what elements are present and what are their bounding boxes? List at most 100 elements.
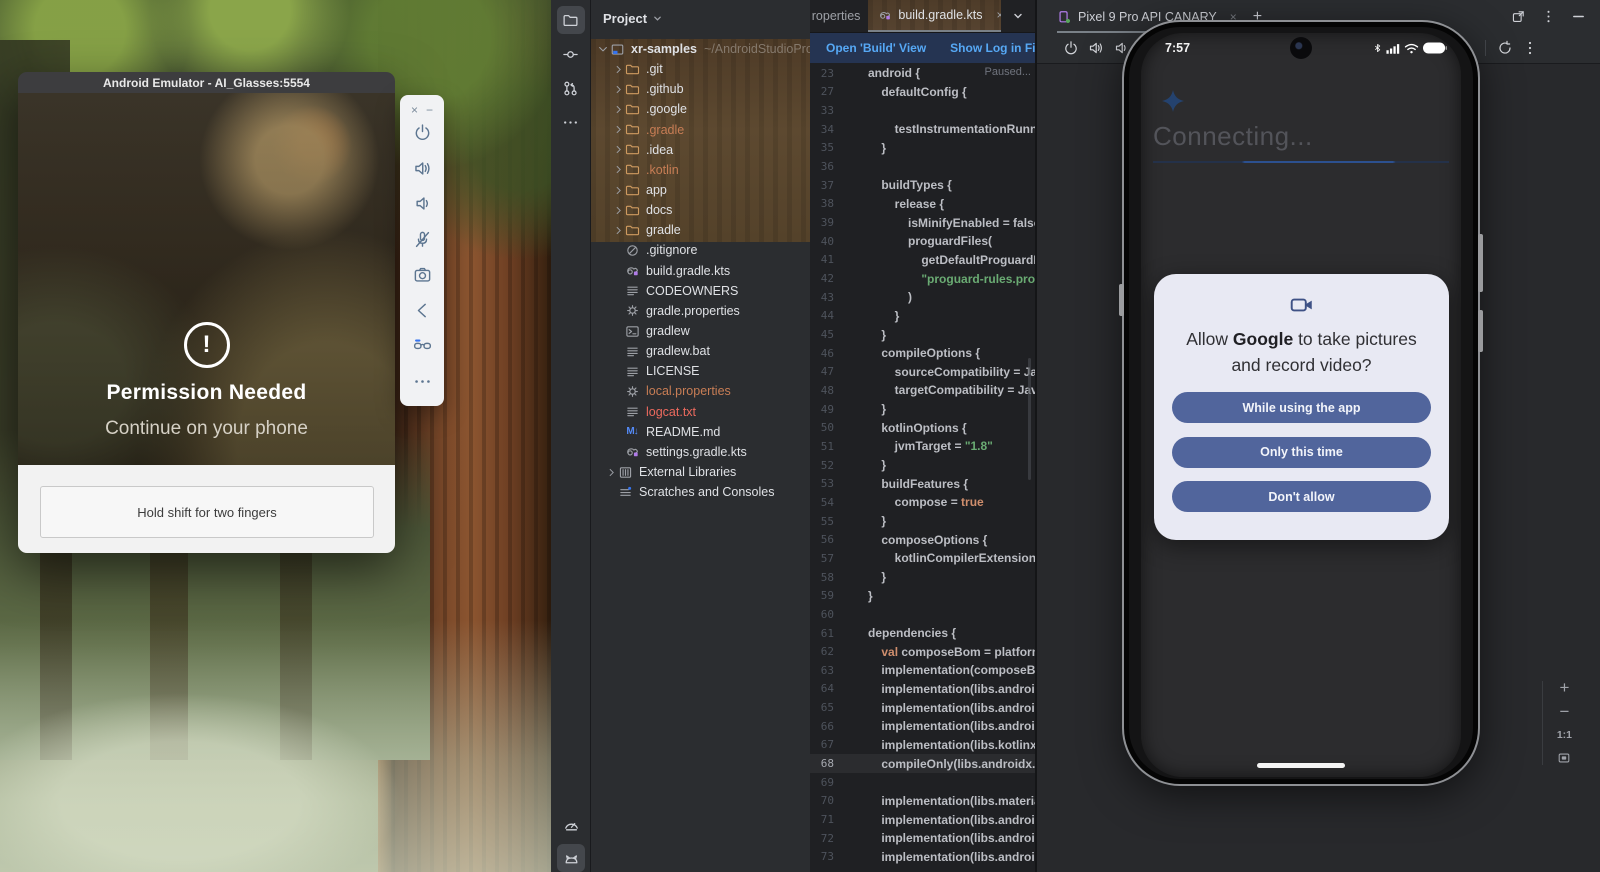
- code-line-51[interactable]: 51 jvmTarget = "1.8": [810, 437, 1035, 456]
- code-line-63[interactable]: 63 implementation(composeBom): [810, 661, 1035, 680]
- code-line-27[interactable]: 27 defaultConfig {: [810, 83, 1035, 102]
- more-v-icon[interactable]: [1522, 40, 1538, 56]
- chevron-right-icon[interactable]: [612, 205, 624, 216]
- permission-button-don-t-allow[interactable]: Don't allow: [1172, 481, 1431, 512]
- code-line-69[interactable]: 69: [810, 773, 1035, 792]
- code-line-23[interactable]: 23android {Paused...: [810, 64, 1035, 83]
- power-icon[interactable]: [413, 123, 432, 142]
- emulator-screen[interactable]: ! Permission Needed Continue on your pho…: [18, 93, 395, 465]
- chevron-down-icon[interactable]: [653, 14, 662, 23]
- code-line-59[interactable]: 59}: [810, 586, 1035, 605]
- tree-item--idea[interactable]: .idea: [591, 140, 810, 160]
- more-h-icon[interactable]: [413, 372, 432, 391]
- code-line-68[interactable]: 68 compileOnly(libs.androidx.comp: [810, 754, 1035, 773]
- tree-item--git[interactable]: .git: [591, 59, 810, 79]
- code-line-35[interactable]: 35 }: [810, 139, 1035, 158]
- tool-strip-profiler[interactable]: [557, 810, 585, 838]
- code-line-67[interactable]: 67 implementation(libs.kotlinx.co: [810, 736, 1035, 755]
- chevron-right-icon[interactable]: [612, 64, 624, 75]
- volume-up-icon[interactable]: [1088, 40, 1104, 56]
- home-indicator[interactable]: [1257, 763, 1345, 768]
- tree-item-scratches-and-consoles[interactable]: Scratches and Consoles: [591, 482, 810, 502]
- code-line-60[interactable]: 60: [810, 605, 1035, 624]
- open-build-view-link[interactable]: Open 'Build' View: [826, 41, 926, 55]
- code-line-55[interactable]: 55 }: [810, 512, 1035, 531]
- code-line-73[interactable]: 73 implementation(libs.androidx.c: [810, 848, 1035, 867]
- code-line-54[interactable]: 54 compose = true: [810, 493, 1035, 512]
- tree-item-codeowners[interactable]: CODEOWNERS: [591, 281, 810, 301]
- permission-button-while-using-the-app[interactable]: While using the app: [1172, 392, 1431, 423]
- code-line-38[interactable]: 38 release {: [810, 195, 1035, 214]
- tree-item--gradle[interactable]: .gradle: [591, 120, 810, 140]
- reset-icon[interactable]: [1497, 40, 1513, 56]
- back-icon[interactable]: [413, 301, 432, 320]
- code-line-66[interactable]: 66 implementation(libs.androidx.u: [810, 717, 1035, 736]
- tree-item-app[interactable]: app: [591, 180, 810, 200]
- tab-gradle-properties[interactable]: roperties: [810, 0, 868, 32]
- tree-item-settings-gradle-kts[interactable]: settings.gradle.kts: [591, 442, 810, 462]
- code-line-34[interactable]: 34 testInstrumentationRunner =: [810, 120, 1035, 139]
- code-line-42[interactable]: 42 "proguard-rules.pro": [810, 269, 1035, 288]
- code-line-48[interactable]: 48 targetCompatibility = JavaV: [810, 381, 1035, 400]
- mic-off-icon[interactable]: [413, 230, 432, 249]
- open-in-window-icon[interactable]: [1511, 9, 1526, 24]
- glasses-icon[interactable]: [413, 336, 432, 355]
- tree-item-external-libraries[interactable]: External Libraries: [591, 462, 810, 482]
- code-line-64[interactable]: 64 implementation(libs.androidx.c: [810, 680, 1035, 699]
- tree-item--google[interactable]: .google: [591, 99, 810, 119]
- emulator-close-button[interactable]: ×: [411, 103, 418, 117]
- code-line-39[interactable]: 39 isMinifyEnabled = false: [810, 213, 1035, 232]
- tree-item-gradle[interactable]: gradle: [591, 220, 810, 240]
- tool-strip-more-h[interactable]: [557, 108, 585, 136]
- code-line-57[interactable]: 57 kotlinCompilerExtensionVer: [810, 549, 1035, 568]
- tool-strip-logcat[interactable]: [557, 844, 585, 872]
- code-line-44[interactable]: 44 }: [810, 307, 1035, 326]
- fit-to-window-icon[interactable]: [1557, 751, 1571, 765]
- tool-strip-commit[interactable]: [557, 40, 585, 68]
- camera-icon[interactable]: [413, 265, 432, 284]
- code-line-52[interactable]: 52 }: [810, 456, 1035, 475]
- permission-button-only-this-time[interactable]: Only this time: [1172, 437, 1431, 468]
- code-line-37[interactable]: 37 buildTypes {: [810, 176, 1035, 195]
- tree-root-xr-samples[interactable]: xr-samples~/AndroidStudioProj: [591, 39, 810, 59]
- code-line-33[interactable]: 33: [810, 101, 1035, 120]
- phone-screen[interactable]: 7:57 Connecting... Allow Google to take …: [1141, 33, 1461, 777]
- code-line-70[interactable]: 70 implementation(libs.material: [810, 792, 1035, 811]
- project-panel-title[interactable]: Project: [603, 11, 647, 26]
- chevron-right-icon[interactable]: [612, 84, 624, 95]
- tree-item-gradlew-bat[interactable]: gradlew.bat: [591, 341, 810, 361]
- tool-strip-pull-requests[interactable]: [557, 74, 585, 102]
- show-log-in-finder-link[interactable]: Show Log in Finder: [950, 41, 1035, 55]
- tree-item-readme-md[interactable]: M↓README.md: [591, 422, 810, 442]
- tab-list-chevron-icon[interactable]: [1001, 0, 1035, 32]
- tree-item--github[interactable]: .github: [591, 79, 810, 99]
- tree-item-logcat-txt[interactable]: logcat.txt: [591, 402, 810, 422]
- chevron-right-icon[interactable]: [612, 124, 624, 135]
- minimize-icon[interactable]: [1571, 9, 1586, 24]
- zoom-out-button[interactable]: −: [1559, 705, 1569, 719]
- chevron-right-icon[interactable]: [612, 104, 624, 115]
- tree-item--kotlin[interactable]: .kotlin: [591, 160, 810, 180]
- tab-build-gradle-kts[interactable]: build.gradle.kts ×: [868, 0, 1001, 32]
- chevron-right-icon[interactable]: [612, 164, 624, 175]
- actual-size-button[interactable]: 1:1: [1557, 729, 1572, 741]
- chevron-right-icon[interactable]: [612, 185, 624, 196]
- code-line-47[interactable]: 47 sourceCompatibility = JavaV: [810, 363, 1035, 382]
- code-line-50[interactable]: 50 kotlinOptions {: [810, 418, 1035, 437]
- code-line-45[interactable]: 45 }: [810, 325, 1035, 344]
- tree-item-gradle-properties[interactable]: gradle.properties: [591, 301, 810, 321]
- power-icon[interactable]: [1063, 40, 1079, 56]
- emulator-minimize-button[interactable]: −: [426, 103, 433, 117]
- code-line-46[interactable]: 46 compileOptions {: [810, 344, 1035, 363]
- code-line-58[interactable]: 58 }: [810, 568, 1035, 587]
- code-line-72[interactable]: 72 implementation(libs.androidx.m: [810, 829, 1035, 848]
- chevron-right-icon[interactable]: [612, 225, 624, 236]
- tree-item-local-properties[interactable]: local.properties: [591, 381, 810, 401]
- code-line-36[interactable]: 36: [810, 157, 1035, 176]
- chevron-right-icon[interactable]: [605, 467, 617, 478]
- tree-item-docs[interactable]: docs: [591, 200, 810, 220]
- code-line-62[interactable]: 62 val composeBom = platform(li: [810, 642, 1035, 661]
- code-line-43[interactable]: 43 ): [810, 288, 1035, 307]
- tree-item--gitignore[interactable]: .gitignore: [591, 240, 810, 260]
- code-line-41[interactable]: 41 getDefaultProguardFi: [810, 251, 1035, 270]
